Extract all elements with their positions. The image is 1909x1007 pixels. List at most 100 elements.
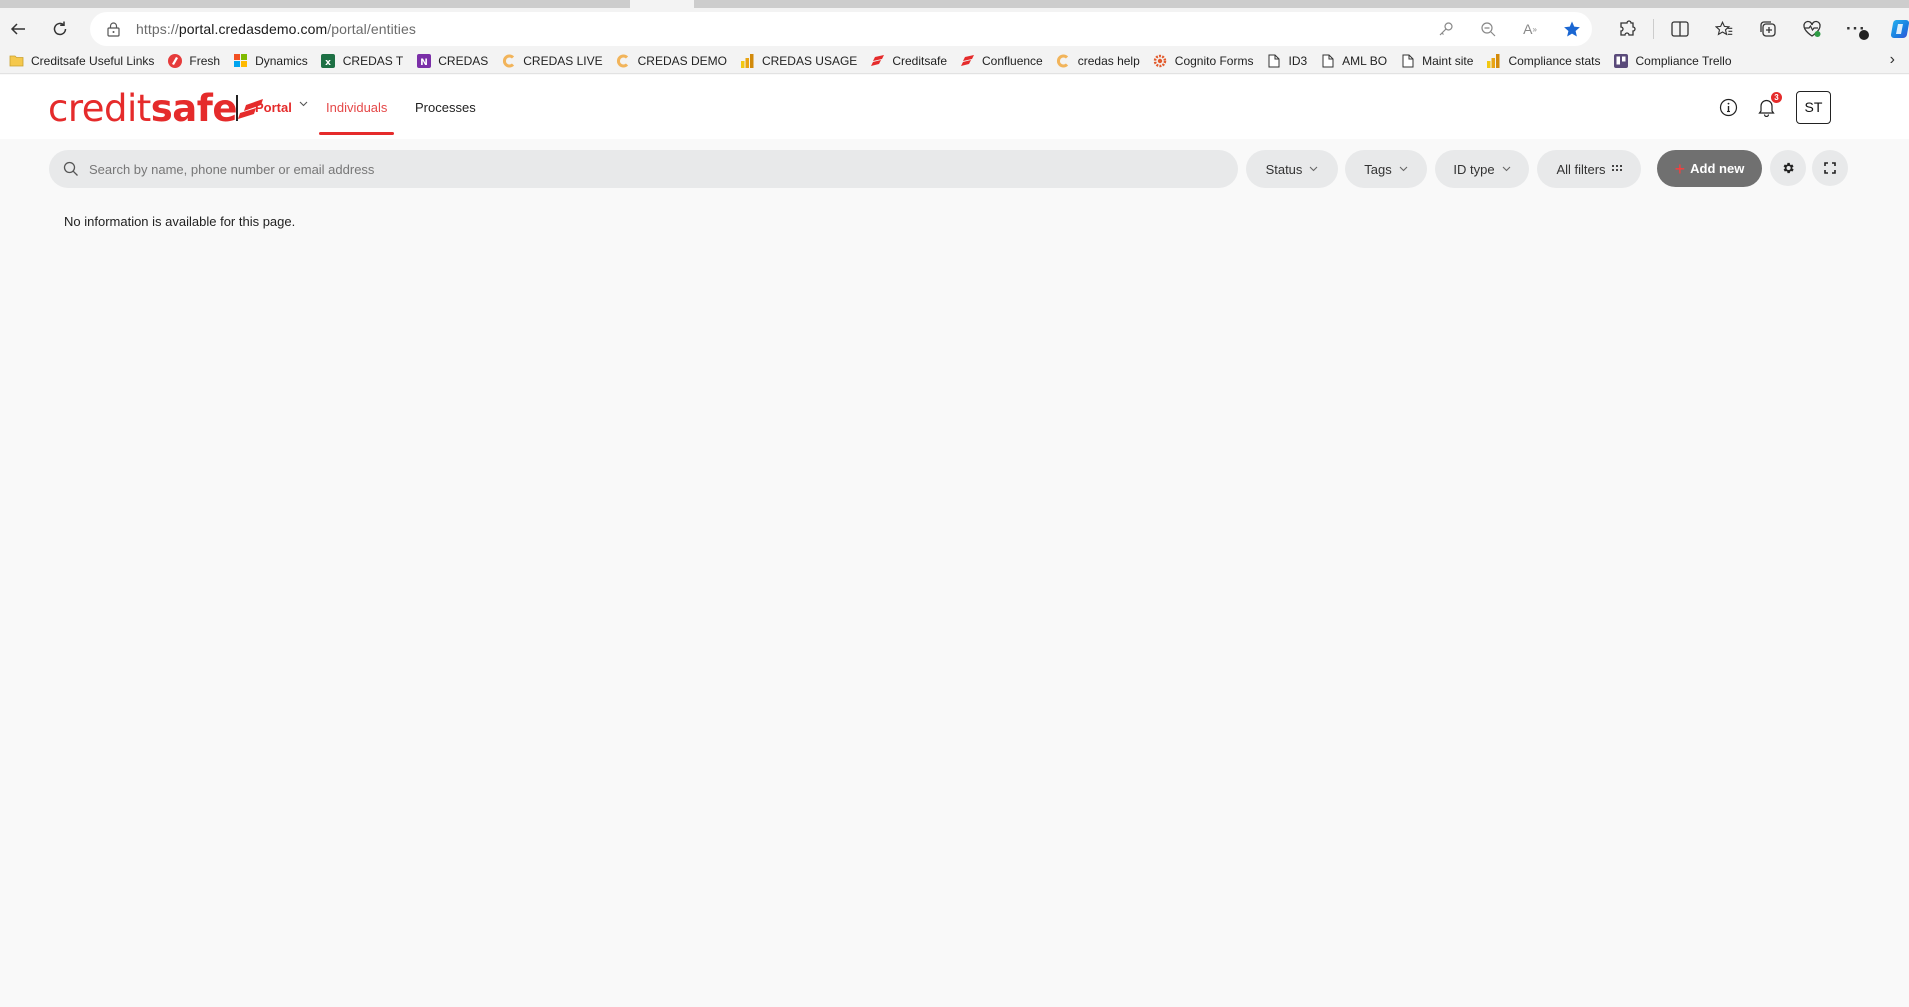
copilot-icon[interactable] bbox=[1878, 12, 1909, 46]
add-new-label: Add new bbox=[1690, 161, 1745, 176]
trello-icon bbox=[1613, 53, 1628, 68]
logo-text-light: credit bbox=[48, 87, 151, 130]
bookmark-item[interactable]: Fresh bbox=[162, 49, 228, 73]
info-icon[interactable] bbox=[1716, 95, 1740, 119]
excel-icon: x bbox=[321, 53, 336, 68]
plus-icon: + bbox=[1674, 158, 1686, 179]
favorite-star-icon[interactable] bbox=[1562, 19, 1582, 39]
extensions-icon[interactable] bbox=[1605, 12, 1649, 46]
active-tab-underline bbox=[319, 132, 395, 135]
bookmarks-bar: Creditsafe Useful Links Fresh Dynamics x CRE… bbox=[0, 48, 1909, 74]
bookmark-item[interactable]: N CREDAS bbox=[411, 49, 496, 73]
favorites-icon[interactable] bbox=[1702, 12, 1746, 46]
powerbi-icon bbox=[1486, 53, 1501, 68]
bookmark-item[interactable]: Compliance Trello bbox=[1608, 49, 1739, 73]
credas-icon bbox=[1056, 53, 1071, 68]
bookmark-label: CREDAS LIVE bbox=[523, 53, 603, 68]
id-type-filter-dropdown[interactable]: ID type bbox=[1435, 150, 1529, 188]
svg-text:N: N bbox=[420, 58, 428, 68]
url-path: /portal/entities bbox=[327, 21, 416, 37]
bookmark-item[interactable]: Confluence bbox=[955, 49, 1051, 73]
bookmark-item[interactable]: Dynamics bbox=[228, 49, 316, 73]
bookmark-item[interactable]: x CREDAS T bbox=[316, 49, 411, 73]
bookmark-label: AML BO bbox=[1342, 53, 1388, 68]
bookmark-item[interactable]: Cognito Forms bbox=[1148, 49, 1262, 73]
search-input[interactable] bbox=[89, 161, 1189, 177]
bookmark-label: Cognito Forms bbox=[1174, 53, 1254, 68]
cognito-icon bbox=[1153, 53, 1168, 68]
app-header: creditsafe Portal Individuals Processes … bbox=[0, 75, 1909, 139]
bookmark-item[interactable]: credas help bbox=[1051, 49, 1148, 73]
url-prefix: https:// bbox=[136, 21, 179, 37]
nav-tab-processes[interactable]: Processes bbox=[415, 75, 476, 139]
zoom-out-icon[interactable] bbox=[1478, 19, 1498, 39]
gear-icon bbox=[1783, 162, 1794, 174]
tags-filter-dropdown[interactable]: Tags bbox=[1345, 150, 1427, 188]
search-icon bbox=[63, 161, 79, 177]
chevron-down-icon bbox=[1502, 164, 1511, 174]
bookmark-label: CREDAS USAGE bbox=[761, 53, 858, 68]
bookmark-item[interactable]: AML BO bbox=[1315, 49, 1395, 73]
all-filters-button[interactable]: All filters bbox=[1537, 150, 1641, 188]
bookmark-item[interactable]: ID3 bbox=[1261, 49, 1315, 73]
refresh-button[interactable] bbox=[45, 14, 75, 44]
status-filter-dropdown[interactable]: Status bbox=[1246, 150, 1338, 188]
bookmark-label: Compliance stats bbox=[1508, 53, 1601, 68]
active-browser-tab[interactable] bbox=[630, 0, 694, 8]
bookmark-item[interactable]: Maint site bbox=[1395, 49, 1481, 73]
bookmark-item[interactable]: Compliance stats bbox=[1481, 49, 1608, 73]
page-icon bbox=[1320, 53, 1335, 68]
bookmark-item[interactable]: CREDAS LIVE bbox=[496, 49, 610, 73]
lock-icon[interactable] bbox=[106, 21, 120, 37]
page-icon bbox=[1266, 53, 1281, 68]
notification-count-badge: 3 bbox=[1771, 92, 1782, 103]
notifications-bell-icon[interactable]: 3 bbox=[1754, 92, 1782, 119]
nav-individuals-label: Individuals bbox=[326, 99, 388, 115]
svg-text:x: x bbox=[325, 58, 331, 68]
settings-button[interactable] bbox=[1770, 150, 1806, 186]
onenote-icon: N bbox=[416, 53, 431, 68]
chevron-down-icon bbox=[1399, 164, 1408, 174]
powerbi-icon bbox=[740, 53, 755, 68]
creditsafe-logo[interactable]: creditsafe bbox=[48, 89, 264, 129]
bookmark-label: Dynamics bbox=[255, 53, 308, 68]
chevron-down-icon bbox=[299, 99, 308, 110]
bookmark-item[interactable]: CREDAS USAGE bbox=[735, 49, 865, 73]
add-new-button[interactable]: + Add new bbox=[1657, 150, 1762, 187]
key-icon[interactable] bbox=[1436, 19, 1456, 39]
nav-tab-individuals[interactable]: Individuals bbox=[319, 75, 395, 139]
creditsafe-icon bbox=[960, 53, 975, 68]
folder-icon bbox=[9, 53, 24, 68]
more-menu-icon[interactable]: ··· bbox=[1834, 12, 1878, 46]
fullscreen-button[interactable] bbox=[1812, 150, 1848, 186]
browser-essentials-icon[interactable] bbox=[1790, 12, 1834, 46]
bookmark-label: Maint site bbox=[1422, 53, 1474, 68]
microsoft-icon bbox=[233, 53, 248, 68]
credas-icon bbox=[616, 53, 631, 68]
address-bar[interactable]: https://portal.credasdemo.com/portal/ent… bbox=[90, 12, 1592, 46]
nav-portal-label: Portal bbox=[255, 99, 292, 115]
grid-dots-icon bbox=[1611, 164, 1622, 175]
back-button[interactable] bbox=[3, 14, 33, 44]
nav-portal-dropdown[interactable]: Portal bbox=[255, 75, 308, 139]
bookmark-item[interactable]: Creditsafe Useful Links bbox=[4, 49, 162, 73]
nav-processes-label: Processes bbox=[415, 99, 476, 115]
bookmark-label: Creditsafe bbox=[892, 53, 948, 68]
bookmark-item[interactable]: Creditsafe bbox=[865, 49, 955, 73]
all-filters-label: All filters bbox=[1556, 161, 1606, 177]
user-avatar[interactable]: ST bbox=[1796, 90, 1831, 124]
logo-text-bold: safe bbox=[150, 87, 238, 130]
collections-icon[interactable] bbox=[1746, 12, 1790, 46]
url-text[interactable]: https://portal.credasdemo.com/portal/ent… bbox=[136, 21, 416, 37]
arrow-left-icon bbox=[10, 23, 25, 35]
search-bar[interactable] bbox=[49, 150, 1238, 188]
id-type-filter-label: ID type bbox=[1453, 161, 1495, 177]
bookmark-label: Creditsafe Useful Links bbox=[31, 53, 155, 68]
read-aloud-icon[interactable]: A» bbox=[1520, 19, 1540, 39]
bookmark-label: Fresh bbox=[189, 53, 221, 68]
bookmark-label: CREDAS DEMO bbox=[637, 53, 727, 68]
bookmarks-overflow-chevron-icon[interactable]: › bbox=[1890, 51, 1895, 69]
bookmark-item[interactable]: CREDAS DEMO bbox=[611, 49, 735, 73]
browser-toolbar: https://portal.credasdemo.com/portal/ent… bbox=[0, 8, 1909, 50]
split-screen-icon[interactable] bbox=[1658, 12, 1702, 46]
